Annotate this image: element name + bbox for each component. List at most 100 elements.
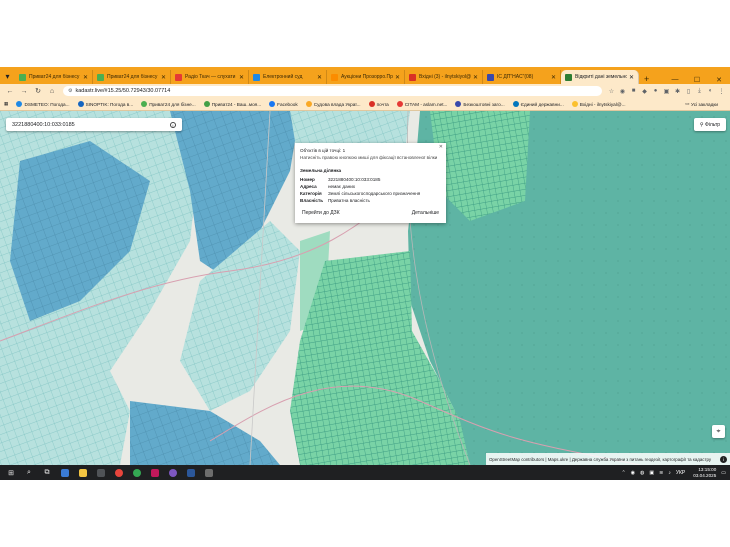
- opera-icon[interactable]: [130, 467, 144, 479]
- browser-tab[interactable]: Аукціони Прозорро.Продажі✕: [327, 70, 405, 84]
- row-value: немає даних: [328, 184, 356, 189]
- bookmark-item[interactable]: Судова влада Украї...: [305, 101, 361, 107]
- profile-avatar-icon[interactable]: ◐: [705, 88, 716, 94]
- app-icon[interactable]: [202, 467, 216, 479]
- widgets-icon[interactable]: [58, 467, 72, 479]
- windows-start-icon[interactable]: ⊞: [4, 467, 18, 479]
- parcel-details-table: Номер 3221880400:10:033:0185 Адреса немає …: [300, 176, 441, 204]
- bookmark-favicon-icon: [571, 101, 578, 107]
- extensions-puzzle-icon[interactable]: ✱: [672, 88, 683, 95]
- file-explorer-icon[interactable]: [76, 467, 90, 479]
- tab-close-icon[interactable]: ✕: [629, 74, 634, 81]
- browser-tab[interactable]: IC ДП"НАС"(08) ✕: [483, 70, 561, 84]
- bookmark-item[interactable]: Безкоштовні заго...: [455, 101, 505, 107]
- row-value: Землі сільськогосподарського призначення: [328, 191, 421, 196]
- app-icon[interactable]: [148, 467, 162, 479]
- locate-me-button[interactable]: ⌖: [712, 425, 725, 438]
- goto-dzk-button[interactable]: Перейти до ДЗК: [300, 209, 342, 217]
- bookmark-item[interactable]: почта: [368, 101, 389, 107]
- tab-favicon-icon: [97, 73, 104, 81]
- extension-icon[interactable]: ■: [628, 88, 639, 94]
- volume-icon[interactable]: ♪: [668, 470, 671, 476]
- download-icon[interactable]: ⤓: [694, 88, 705, 95]
- back-icon[interactable]: ←: [3, 88, 17, 95]
- bookmark-item[interactable]: Вхідні - ilnytskiyal@...: [571, 101, 626, 107]
- bookmark-favicon-icon: [305, 101, 312, 107]
- table-row: Адреса немає даних: [300, 183, 441, 190]
- tray-app-icon[interactable]: ◉: [631, 470, 635, 476]
- tab-close-icon[interactable]: ✕: [551, 74, 556, 81]
- home-icon[interactable]: ⌂: [45, 88, 59, 95]
- close-icon[interactable]: ✕: [439, 144, 443, 150]
- bookmark-favicon-icon: [455, 101, 462, 107]
- task-view-icon[interactable]: ⧉: [40, 467, 54, 479]
- new-tab-icon[interactable]: +: [639, 74, 654, 84]
- browser-tab-active[interactable]: Відкриті дані земельного кадастру✕: [561, 70, 639, 84]
- extension-icon[interactable]: ◉: [617, 88, 628, 95]
- search-input[interactable]: 3221880400:10:033:0185 i: [6, 118, 182, 131]
- chevron-up-icon[interactable]: ⌃: [621, 470, 625, 476]
- tab-close-icon[interactable]: ✕: [239, 74, 244, 81]
- browser-tab[interactable]: Приват24 для бізнесу ✕: [15, 70, 93, 84]
- url-bar[interactable]: ⚙ kadastr.live/#15.25/50.72943/30.07714: [63, 86, 602, 96]
- bookmark-star-icon[interactable]: ☆: [606, 88, 617, 95]
- chrome-icon[interactable]: [112, 467, 126, 479]
- bookmark-item[interactable]: Єдиний державни...: [512, 101, 564, 107]
- language-indicator[interactable]: УКР: [676, 470, 685, 476]
- extension-icon[interactable]: ◆: [639, 88, 650, 95]
- search-icon[interactable]: ⌕: [22, 467, 36, 479]
- details-button[interactable]: Детальніше: [410, 209, 441, 217]
- bookmark-item[interactable]: DSMETEO: Погода...: [16, 101, 70, 107]
- notifications-icon[interactable]: ▭: [721, 470, 726, 476]
- bookmark-label: Facebook: [277, 101, 298, 107]
- menu-icon[interactable]: ⋮: [716, 88, 727, 95]
- bookmark-label: Приват24 - Ваш..моя...: [211, 101, 262, 107]
- tray-app-icon[interactable]: ◍: [640, 470, 644, 476]
- sidepanel-icon[interactable]: ▯: [683, 88, 694, 95]
- tab-close-icon[interactable]: ✕: [473, 74, 478, 81]
- tab-label: Радіо Ткач — слухати: [185, 74, 236, 80]
- tray-app-icon[interactable]: ▣: [649, 470, 654, 476]
- site-info-icon[interactable]: ⚙: [68, 88, 72, 94]
- tab-close-icon[interactable]: ✕: [161, 74, 166, 81]
- extension-icon[interactable]: ●: [650, 88, 661, 94]
- cadastre-map[interactable]: 3221880400:10:033:0185 i ⚲ Фільтр ✕ Об'є…: [0, 111, 730, 465]
- word-icon[interactable]: [184, 467, 198, 479]
- clock-date: 03.04.2025: [693, 472, 717, 478]
- browser-tab[interactable]: Радіо Ткач — слухати ✕: [171, 70, 249, 84]
- popup-actions: Перейти до ДЗК Детальніше: [300, 209, 441, 217]
- address-toolbar: ← → ↻ ⌂ ⚙ kadastr.live/#15.25/50.72943/3…: [0, 84, 730, 98]
- bookmark-item[interactable]: Facebook: [269, 101, 298, 107]
- apps-icon[interactable]: ▦: [4, 101, 8, 107]
- bookmark-item[interactable]: CITAM - aslam.net...: [396, 101, 447, 107]
- browser-tab[interactable]: Електронний суд ✕: [249, 70, 327, 84]
- filter-button[interactable]: ⚲ Фільтр: [694, 118, 726, 131]
- reload-icon[interactable]: ↻: [31, 87, 45, 95]
- map-attribution: OpenStreetMap contributors | Maps.ukre |…: [486, 453, 730, 465]
- browser-tab[interactable]: Вхідні (3) - ilnytskiyol@ ✕: [405, 70, 483, 84]
- bookmark-item[interactable]: Приват24 для бізне...: [141, 101, 196, 107]
- info-icon[interactable]: i: [720, 455, 727, 463]
- tab-close-icon[interactable]: ✕: [83, 74, 88, 81]
- viber-icon[interactable]: [166, 467, 180, 479]
- wifi-icon[interactable]: ≋: [659, 470, 663, 476]
- tab-menu-icon[interactable]: ▾: [0, 69, 15, 84]
- bookmark-item[interactable]: Приват24 - Ваш..моя...: [203, 101, 262, 107]
- clock[interactable]: 13:15:00 03.04.2025: [693, 467, 716, 479]
- minimize-icon[interactable]: —: [664, 76, 686, 84]
- forward-icon[interactable]: →: [17, 88, 31, 95]
- tab-close-icon[interactable]: ✕: [317, 74, 322, 81]
- tab-label: IC ДП"НАС"(08): [497, 74, 534, 80]
- toolbar-icons: ☆ ◉ ■ ◆ ● ▣ ✱ ▯ ⤓ ◐ ⋮: [606, 88, 727, 95]
- close-window-icon[interactable]: ✕: [708, 76, 730, 84]
- tab-close-icon[interactable]: ✕: [395, 74, 400, 81]
- bookmark-favicon-icon: [77, 101, 84, 107]
- browser-tab[interactable]: Приват24 для бізнесу ✕: [93, 70, 171, 84]
- store-icon[interactable]: [94, 467, 108, 479]
- tab-favicon-icon: [565, 73, 572, 81]
- bookmark-item[interactable]: SINOPTIK: Погода в...: [77, 101, 133, 107]
- extension-icon[interactable]: ▣: [661, 88, 672, 95]
- maximize-icon[interactable]: ☐: [686, 76, 708, 84]
- info-icon[interactable]: i: [170, 121, 176, 128]
- all-bookmarks[interactable]: ▭ Усі закладки: [685, 101, 718, 107]
